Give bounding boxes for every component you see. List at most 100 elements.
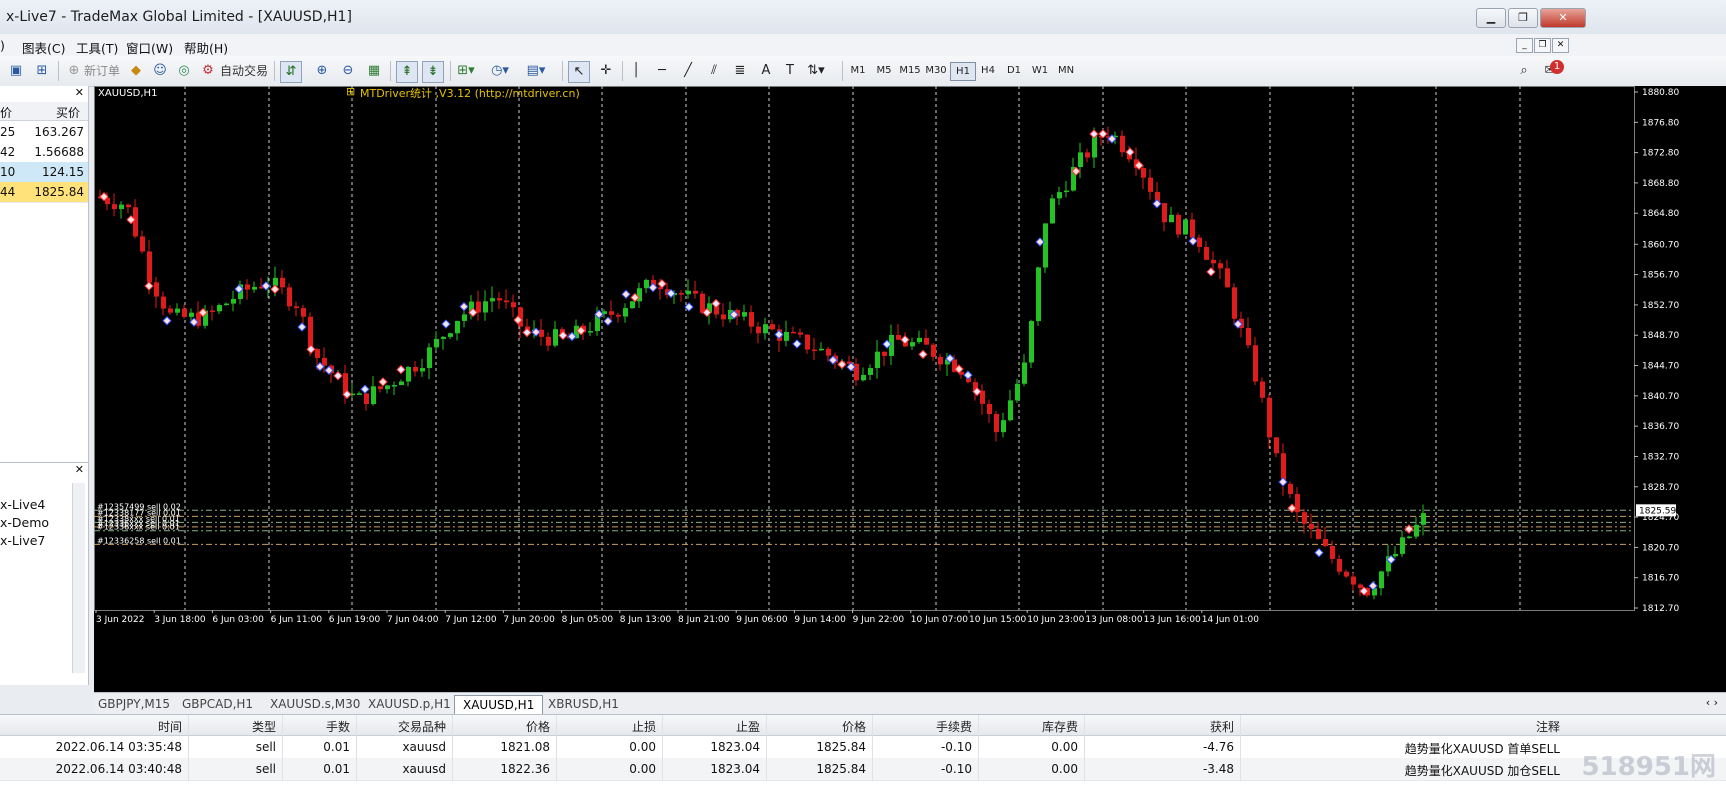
timeframe-d1[interactable]: D1	[1002, 62, 1026, 79]
tab-scroll-arrows-icon[interactable]: ‹ ›	[1706, 696, 1718, 709]
mdi-close-button[interactable]: ✕	[1552, 38, 1569, 53]
column-header[interactable]: 交易品种	[398, 718, 446, 735]
experts-icon[interactable]: ◆	[126, 61, 146, 81]
vertical-line-icon[interactable]: │	[626, 61, 646, 81]
cursor-icon[interactable]: ↖	[568, 61, 590, 83]
candle-body	[322, 357, 327, 366]
templates-icon[interactable]: ▤▾	[526, 61, 546, 81]
periods-icon[interactable]: ◷▾	[490, 61, 510, 81]
account-item[interactable]: x-Live4	[0, 497, 45, 512]
indicators-icon[interactable]: ⊞▾	[456, 61, 476, 81]
navigator-scrollbar[interactable]	[72, 483, 85, 673]
trendline-icon[interactable]: ╱	[678, 61, 698, 81]
channel-icon[interactable]: ⫽	[704, 61, 724, 81]
profile-icon[interactable]: ⊞	[32, 61, 52, 81]
timeframe-m1[interactable]: M1	[846, 62, 870, 79]
column-header[interactable]: 止损	[632, 718, 656, 735]
chart-tab[interactable]: GBPJPY,M15	[98, 695, 170, 713]
y-tick-label: 1820.70	[1642, 543, 1679, 553]
column-header[interactable]: 价格	[526, 718, 550, 735]
horizontal-line-icon[interactable]: ─	[652, 61, 672, 81]
ask-cell: 124.15	[42, 165, 84, 179]
period-separator-icon[interactable]: ⇟	[422, 61, 444, 83]
chart-shift-icon[interactable]: ⇵	[280, 61, 302, 83]
timeframe-m15[interactable]: M15	[898, 62, 922, 79]
chart-tab[interactable]: XBRUSD,H1	[548, 695, 619, 713]
candle-body	[812, 349, 817, 352]
menu-partial[interactable]: )	[0, 38, 5, 53]
arrows-icon[interactable]: ⇅▾	[806, 61, 826, 81]
market-watch-row[interactable]: 25 163.267	[0, 122, 88, 143]
minimize-button[interactable]: ▁	[1476, 8, 1506, 28]
chart-window[interactable]: 1880.80 1876.80 1872.80 1868.80 1864.80 1860.…	[94, 85, 1726, 692]
chart-tab[interactable]: XAUUSD.s,M30	[270, 695, 360, 713]
candle-body	[147, 251, 152, 283]
market-watch-row[interactable]: 44 1825.84	[0, 182, 88, 203]
timeframe-w1[interactable]: W1	[1028, 62, 1052, 79]
candle-body	[994, 414, 999, 433]
table-row[interactable]: 2022.06.14 03:40:48 sell 0.01 xauusd 1822.36…	[0, 758, 1726, 781]
column-header[interactable]: 手数	[326, 718, 350, 735]
close-icon[interactable]: ✕	[75, 86, 84, 99]
zoom-out-icon[interactable]: ⊖	[338, 61, 358, 81]
timeframe-h1[interactable]: H1	[950, 62, 976, 81]
mdi-minimize-button[interactable]: _	[1516, 38, 1533, 53]
column-header[interactable]: 库存费	[1042, 718, 1078, 735]
new-order-button[interactable]: 新订单	[84, 62, 120, 79]
fibonacci-icon[interactable]: ≣	[730, 61, 750, 81]
column-header[interactable]: 获利	[1210, 718, 1234, 735]
expand-icon[interactable]: ⊞	[346, 85, 355, 98]
column-header[interactable]: 价格	[842, 718, 866, 735]
search-icon[interactable]: ⌕	[1514, 61, 1534, 81]
new-order-icon[interactable]: ⊕	[64, 61, 84, 81]
timeframe-mn[interactable]: MN	[1054, 62, 1078, 79]
menu-tools[interactable]: 工具(T)	[76, 38, 118, 57]
candle-body	[308, 316, 313, 350]
menu-help[interactable]: 帮助(H)	[184, 38, 228, 57]
column-header[interactable]: 类型	[252, 718, 276, 735]
text-label-icon[interactable]: T	[780, 61, 800, 81]
trade-marker	[1035, 237, 1045, 247]
column-header[interactable]: 时间	[158, 718, 182, 735]
table-row[interactable]: 2022.06.14 03:35:48 sell 0.01 xauusd 1821.08…	[0, 736, 1726, 759]
tile-windows-icon[interactable]: ▦	[364, 61, 384, 81]
menu-window[interactable]: 窗口(W)	[126, 38, 173, 57]
candle-body	[1330, 545, 1335, 559]
timeframe-m30[interactable]: M30	[924, 62, 948, 79]
auto-trade-icon[interactable]: ⚙	[198, 61, 218, 81]
maximize-button[interactable]: ❐	[1508, 8, 1538, 28]
people-icon[interactable]: ☺	[150, 61, 170, 81]
price-chart[interactable]: 1880.80 1876.80 1872.80 1868.80 1864.80 1860.…	[94, 86, 1726, 692]
market-watch-row[interactable]: 42 1.56688	[0, 142, 88, 163]
y-tick-label: 1872.80	[1642, 149, 1679, 159]
timeframe-h4[interactable]: H4	[976, 62, 1000, 79]
timeframe-m5[interactable]: M5	[872, 62, 896, 79]
account-item[interactable]: x-Live7	[0, 533, 45, 548]
chart-tab[interactable]: XAUUSD.p,H1	[368, 695, 451, 713]
column-header[interactable]: 手续费	[936, 718, 972, 735]
auto-trade-button[interactable]: 自动交易	[220, 62, 268, 79]
x-tick-label: 14 Jun 01:00	[1202, 615, 1259, 625]
chart-tab[interactable]: XAUUSD,H1	[454, 695, 544, 714]
chart-tabs: GBPJPY,M15 GBPCAD,H1 XAUUSD.s,M30 XAUUSD.p,…	[94, 692, 1726, 715]
candle-body	[1274, 437, 1279, 454]
window-icon[interactable]: ▣	[6, 61, 26, 81]
close-icon[interactable]: ✕	[75, 463, 84, 476]
y-tick-label: 1836.70	[1642, 422, 1679, 432]
chart-tab[interactable]: GBPCAD,H1	[182, 695, 253, 713]
column-header[interactable]: 止盈	[736, 718, 760, 735]
candle-body	[1120, 135, 1125, 153]
crosshair-icon[interactable]: ✛	[596, 61, 616, 81]
menu-chart[interactable]: 图表(C)	[22, 38, 65, 57]
globe-icon[interactable]: ◎	[174, 61, 194, 81]
candle-body	[791, 331, 796, 334]
account-item[interactable]: x-Demo	[0, 515, 49, 530]
mdi-restore-button[interactable]: ❐	[1534, 38, 1551, 53]
market-watch-row[interactable]: 10 124.15	[0, 162, 88, 183]
column-header[interactable]: 注释	[1536, 718, 1560, 735]
close-button[interactable]: ✕	[1540, 8, 1586, 28]
autoscroll-icon[interactable]: ⇞	[396, 61, 418, 83]
text-icon[interactable]: A	[756, 61, 776, 81]
zoom-in-icon[interactable]: ⊕	[312, 61, 332, 81]
table-cell: sell	[255, 740, 276, 754]
